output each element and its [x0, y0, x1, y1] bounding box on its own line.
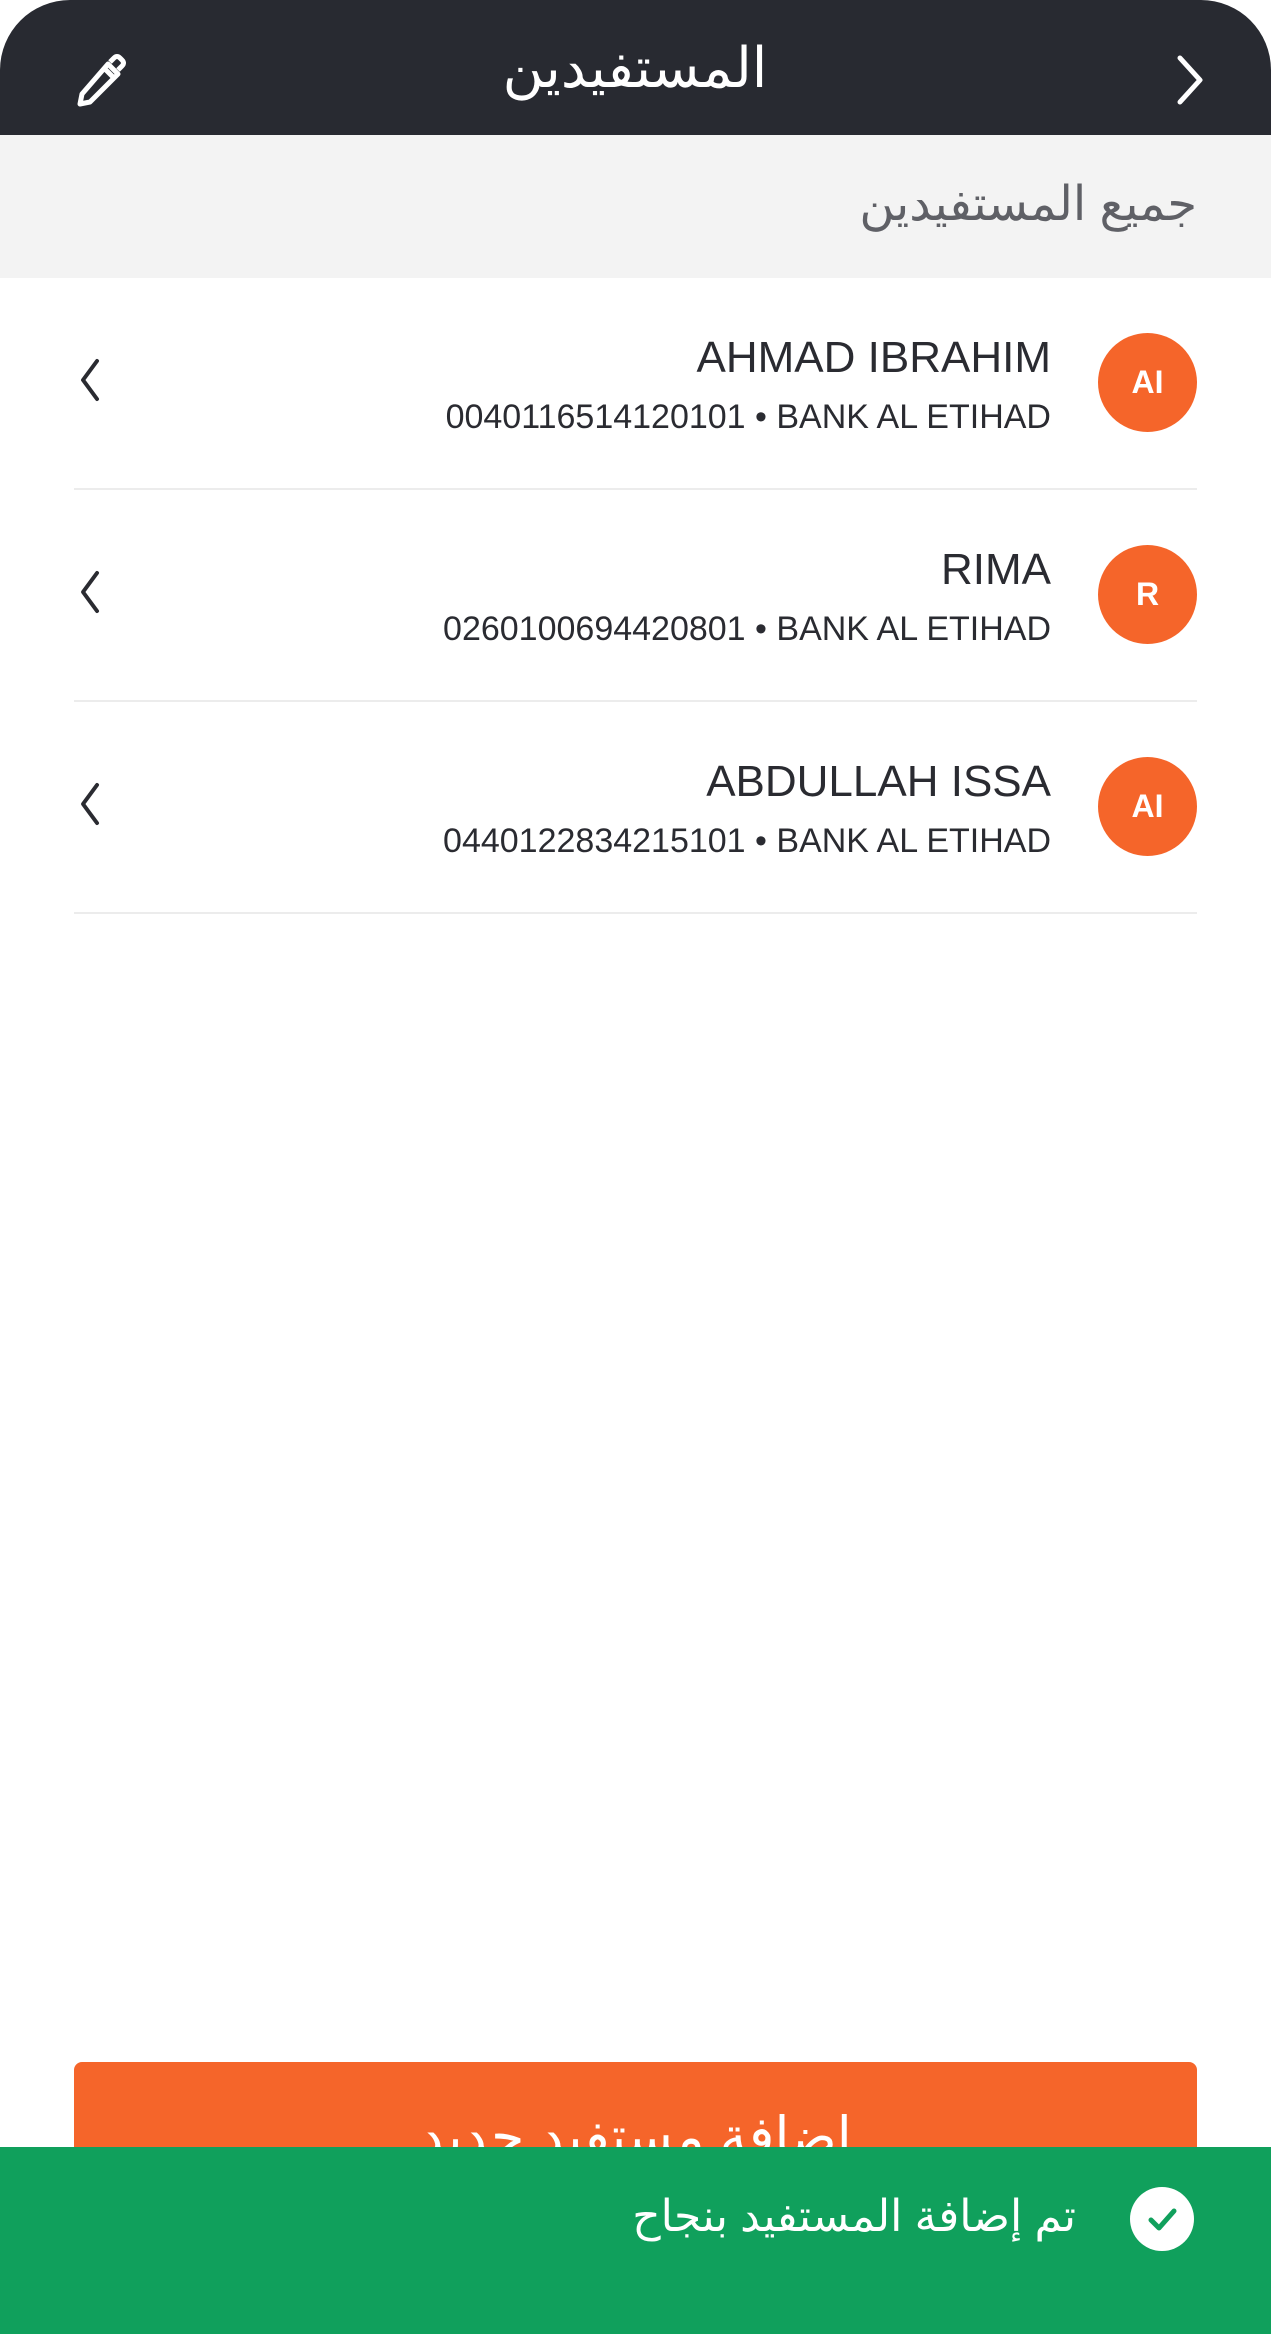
- section-title: جميع المستفيدين: [859, 178, 1197, 231]
- edit-button[interactable]: [55, 35, 145, 125]
- top-bar: المستفيدين: [0, 0, 1271, 135]
- toast-message: تم إضافة المستفيد بنجاح: [632, 2192, 1076, 2241]
- beneficiary-name: RIMA: [941, 545, 1051, 594]
- beneficiary-account: 0260100694420801 • BANK AL ETIHAD: [443, 610, 1051, 648]
- beneficiary-name: AHMAD IBRAHIM: [696, 333, 1051, 382]
- avatar: AI: [1098, 757, 1197, 856]
- pencil-icon: [68, 48, 132, 112]
- beneficiary-list: AHMAD IBRAHIM 0040116514120101 • BANK AL…: [0, 278, 1271, 914]
- beneficiary-account: 0040116514120101 • BANK AL ETIHAD: [445, 398, 1051, 436]
- avatar: AI: [1098, 333, 1197, 432]
- chevron-left-icon: [70, 552, 110, 632]
- section-header: جميع المستفيدين: [0, 135, 1271, 278]
- list-item[interactable]: ABDULLAH ISSA 0440122834215101 • BANK AL…: [0, 702, 1271, 914]
- chevron-right-icon: [1166, 48, 1214, 112]
- check-icon: [1130, 2187, 1194, 2251]
- chevron-left-icon: [70, 764, 110, 844]
- back-button[interactable]: [1145, 35, 1235, 125]
- divider: [74, 912, 1197, 914]
- beneficiary-name: ABDULLAH ISSA: [706, 757, 1051, 806]
- beneficiaries-screen: المستفيدين جميع المستفيدين AHMAD IBRAHIM…: [0, 0, 1271, 2334]
- page-title: المستفيدين: [502, 36, 768, 99]
- success-toast: تم إضافة المستفيد بنجاح: [0, 2147, 1271, 2334]
- chevron-left-icon: [70, 340, 110, 420]
- beneficiary-account: 0440122834215101 • BANK AL ETIHAD: [443, 822, 1051, 860]
- avatar: R: [1098, 545, 1197, 644]
- list-item[interactable]: RIMA 0260100694420801 • BANK AL ETIHAD R: [0, 490, 1271, 702]
- list-item[interactable]: AHMAD IBRAHIM 0040116514120101 • BANK AL…: [0, 278, 1271, 490]
